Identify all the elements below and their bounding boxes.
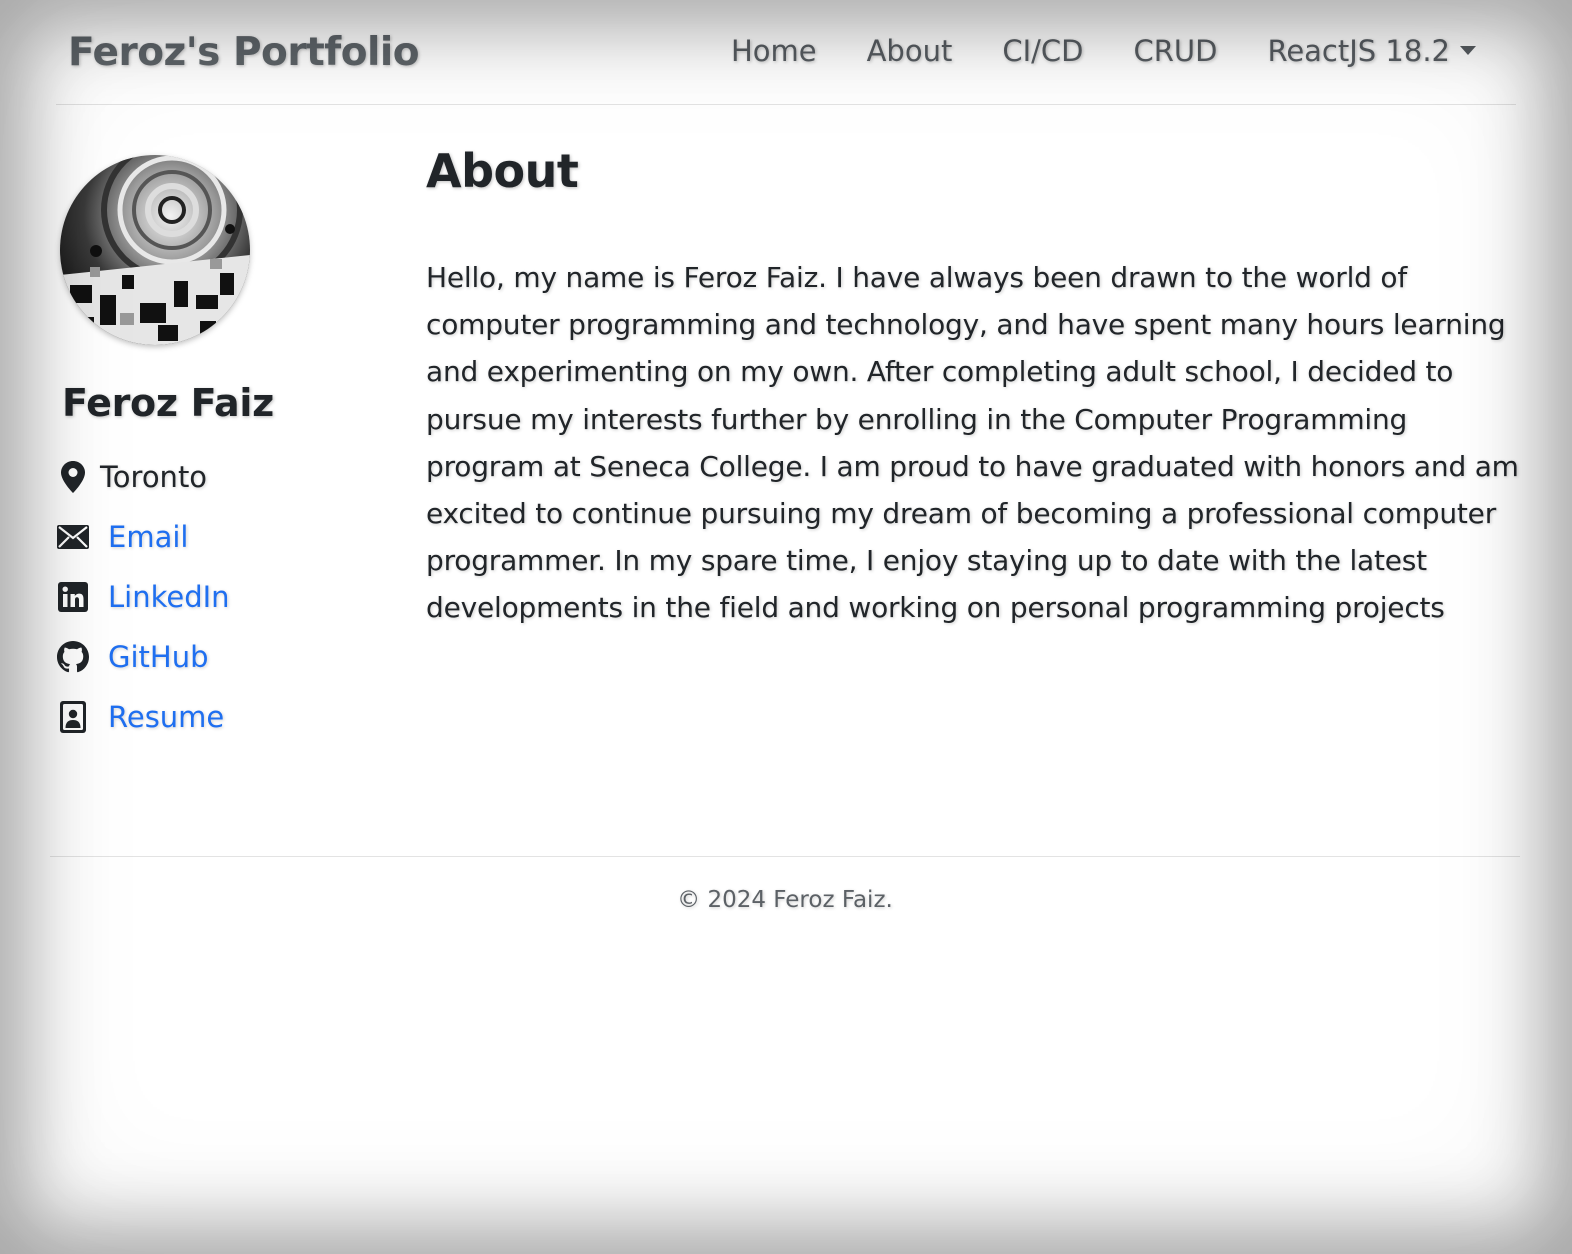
avatar-image bbox=[60, 155, 250, 345]
nav-link-home[interactable]: Home bbox=[731, 34, 817, 68]
github-icon bbox=[56, 640, 90, 674]
nav-dropdown-label: ReactJS 18.2 bbox=[1267, 34, 1450, 68]
nav-dropdown-reactjs[interactable]: ReactJS 18.2 bbox=[1267, 34, 1476, 68]
location-item: Toronto bbox=[56, 447, 376, 507]
footer-copyright: © 2024 Feroz Faiz. bbox=[677, 887, 893, 913]
nav-link-cicd[interactable]: CI/CD bbox=[1002, 34, 1083, 68]
email-item: Email bbox=[56, 507, 376, 567]
profile-info-list: Toronto Email LinkedIn GitHub Resume bbox=[56, 447, 376, 747]
email-link[interactable]: Email bbox=[108, 520, 188, 554]
resume-item: Resume bbox=[56, 687, 376, 747]
about-paragraph: Hello, my name is Feroz Faiz. I have alw… bbox=[426, 261, 1519, 625]
caret-down-icon bbox=[1460, 46, 1476, 55]
nav-link-about[interactable]: About bbox=[867, 34, 953, 68]
resume-link[interactable]: Resume bbox=[108, 700, 224, 734]
map-pin-icon bbox=[56, 460, 90, 494]
about-section: About Hello, my name is Feroz Faiz. I ha… bbox=[426, 144, 1522, 660]
footer: © 2024 Feroz Faiz. bbox=[50, 856, 1520, 913]
location-text: Toronto bbox=[100, 460, 208, 494]
github-link[interactable]: GitHub bbox=[108, 640, 209, 674]
about-title: About bbox=[426, 144, 579, 198]
avatar bbox=[60, 155, 250, 345]
envelope-icon bbox=[56, 520, 90, 554]
profile-sidebar: Feroz Faiz Toronto Email LinkedIn GitHub… bbox=[56, 155, 376, 747]
nav-link-crud[interactable]: CRUD bbox=[1134, 34, 1218, 68]
linkedin-icon bbox=[56, 580, 90, 614]
linkedin-item: LinkedIn bbox=[56, 567, 376, 627]
profile-name: Feroz Faiz bbox=[62, 381, 274, 425]
resume-icon bbox=[56, 700, 90, 734]
linkedin-link[interactable]: LinkedIn bbox=[108, 580, 230, 614]
nav-links: Home About CI/CD CRUD ReactJS 18.2 bbox=[681, 34, 1476, 68]
brand-link[interactable]: Feroz's Portfolio bbox=[68, 30, 420, 75]
navbar: Feroz's Portfolio Home About CI/CD CRUD … bbox=[56, 0, 1516, 105]
github-item: GitHub bbox=[56, 627, 376, 687]
